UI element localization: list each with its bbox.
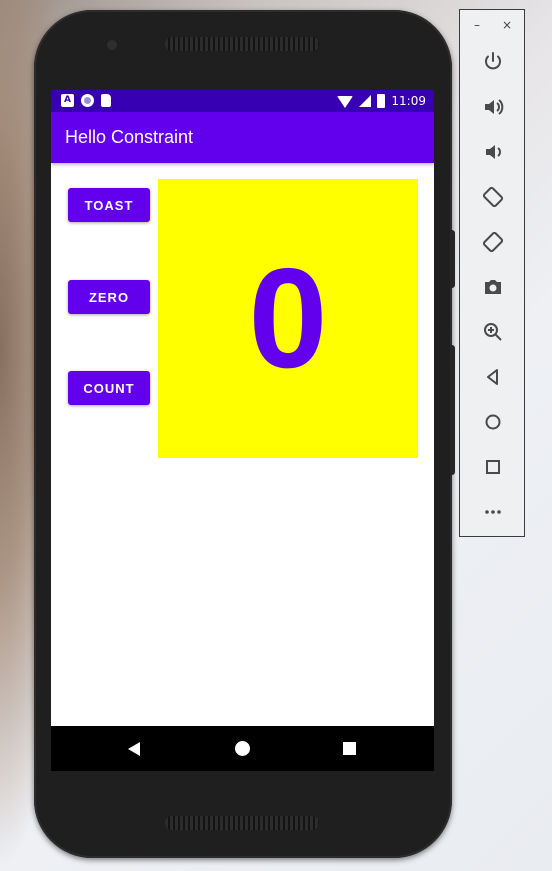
battery-icon	[377, 94, 386, 108]
count-button[interactable]: COUNT	[68, 371, 150, 405]
count-value: 0	[248, 239, 328, 398]
rotate-right-icon[interactable]	[481, 230, 505, 254]
status-bar: A 11:09	[51, 90, 434, 112]
status-time: 11:09	[391, 94, 426, 108]
zero-button[interactable]: ZERO	[68, 280, 150, 314]
count-display: 0	[158, 179, 418, 458]
zoom-icon[interactable]	[481, 320, 505, 344]
notification-a-icon: A	[61, 94, 74, 107]
sync-icon	[81, 94, 94, 107]
sd-card-icon	[101, 94, 111, 107]
minimize-button[interactable]: –	[474, 18, 480, 32]
bottom-speaker	[165, 816, 319, 830]
back-icon[interactable]	[481, 365, 505, 389]
volume-up-icon[interactable]	[481, 95, 505, 119]
power-icon[interactable]	[481, 50, 505, 74]
more-icon[interactable]	[481, 500, 505, 524]
wifi-icon	[337, 96, 354, 108]
nav-back-icon[interactable]	[128, 742, 140, 756]
toast-button[interactable]: TOAST	[68, 188, 150, 222]
home-icon[interactable]	[481, 410, 505, 434]
app-title: Hello Constraint	[65, 127, 194, 147]
device-screen: A 11:09 Hello Constraint TOAST ZERO COUN…	[51, 90, 434, 771]
camera-icon[interactable]	[481, 275, 505, 299]
rotate-left-icon[interactable]	[481, 185, 505, 209]
front-camera	[107, 40, 117, 50]
signal-icon	[359, 95, 372, 107]
power-hardware-button	[450, 345, 455, 475]
close-button[interactable]: ×	[502, 18, 512, 32]
volume-down-icon[interactable]	[481, 140, 505, 164]
emulator-toolbar: – ×	[459, 9, 525, 537]
volume-hardware-button	[450, 230, 455, 288]
app-bar: Hello Constraint	[51, 112, 434, 163]
navigation-bar	[51, 726, 434, 771]
earpiece-speaker	[165, 37, 319, 51]
nav-recents-icon[interactable]	[343, 742, 356, 755]
overview-icon[interactable]	[481, 455, 505, 479]
nav-home-icon[interactable]	[235, 741, 250, 756]
